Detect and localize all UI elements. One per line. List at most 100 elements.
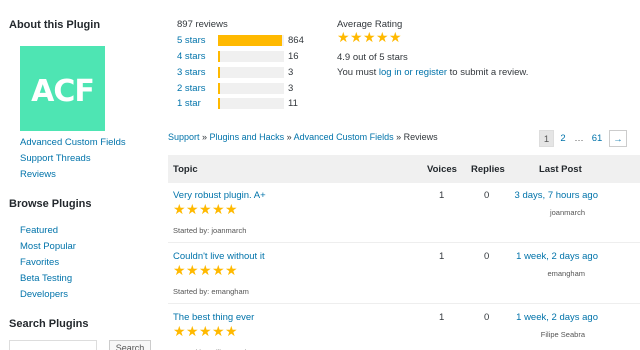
sidebar-link-developers[interactable]: Developers [20, 289, 68, 300]
topic-rating-stars: ★ ★ ★ ★ ★ [173, 203, 238, 217]
star-icon: ★ [212, 202, 225, 218]
rating-filter-link[interactable]: 1 star [177, 98, 201, 109]
rating-bar [218, 67, 284, 78]
star-icon: ★ [212, 263, 225, 279]
reviews-count: 897 reviews [177, 19, 228, 30]
started-by-label: Started by: [173, 287, 210, 296]
started-by-label: Started by: [173, 226, 210, 235]
last-post-author-link[interactable]: emangham [547, 269, 585, 278]
browse-heading: Browse Plugins [9, 198, 92, 210]
star-icon: ★ [225, 263, 238, 279]
rating-bar-fill [218, 35, 282, 46]
page-61-link[interactable]: 61 [588, 130, 606, 147]
breadcrumb-current: Reviews [403, 132, 438, 142]
rating-filter-link[interactable]: 3 stars [177, 67, 206, 78]
sidebar-link-beta-testing[interactable]: Beta Testing [20, 273, 72, 284]
rating-row: 1 star 11 [177, 97, 317, 111]
rating-bar-fill [218, 51, 220, 62]
sidebar-link-reviews[interactable]: Reviews [20, 169, 56, 180]
sidebar-link-support-threads[interactable]: Support Threads [20, 153, 91, 164]
average-rating-heading: Average Rating [337, 19, 403, 30]
rating-count: 864 [288, 35, 304, 46]
star-icon: ★ [199, 263, 212, 279]
login-prompt: You must log in or register to submit a … [337, 67, 528, 78]
sidebar-link-featured[interactable]: Featured [20, 225, 58, 236]
average-rating-stars: ★ ★ ★ ★ ★ [337, 31, 402, 45]
breadcrumb-separator: » [393, 132, 404, 142]
topic-started-by: Started by: emangham [173, 287, 249, 296]
breadcrumb: Support » Plugins and Hacks » Advanced C… [168, 132, 438, 142]
rating-filter-link[interactable]: 5 stars [177, 35, 206, 46]
rating-row: 4 stars 16 [177, 50, 317, 64]
breadcrumb-plugins-and-hacks[interactable]: Plugins and Hacks [210, 132, 285, 142]
topic-voices: 1 [439, 190, 445, 201]
sidebar-link-favorites[interactable]: Favorites [20, 257, 59, 268]
rating-row: 2 stars 3 [177, 82, 317, 96]
table-row: The best thing ever★★★★★Started by: Fili… [168, 305, 640, 350]
login-prefix: You must [337, 67, 379, 78]
breadcrumb-plugin[interactable]: Advanced Custom Fields [294, 132, 394, 142]
topic-rating-stars: ★ ★ ★ ★ ★ [173, 264, 238, 278]
topic-author-link[interactable]: joanmarch [211, 226, 246, 235]
topic-replies: 0 [484, 251, 490, 262]
star-icon: ★ [186, 202, 199, 218]
star-icon: ★ [350, 30, 363, 46]
topic-title-link[interactable]: Couldn't live without it [173, 251, 265, 262]
breadcrumb-separator: » [284, 132, 294, 142]
page-ellipsis: … [574, 133, 584, 144]
average-rating-text: 4.9 out of 5 stars [337, 52, 408, 63]
star-icon: ★ [173, 202, 186, 218]
last-post-link[interactable]: 1 week, 2 days ago [516, 312, 598, 323]
search-input[interactable] [9, 340, 97, 350]
star-icon: ★ [363, 30, 376, 46]
topic-started-by: Started by: joanmarch [173, 226, 246, 235]
rating-count: 16 [288, 51, 299, 62]
plugin-logo[interactable]: ACF [20, 46, 105, 131]
topic-replies: 0 [484, 190, 490, 201]
star-icon: ★ [389, 30, 402, 46]
logo-text: ACF [31, 74, 95, 109]
rating-bar-fill [218, 67, 220, 78]
topic-title-link[interactable]: Very robust plugin. A+ [173, 190, 266, 201]
next-page-button[interactable]: → [609, 130, 627, 147]
rating-count: 3 [288, 67, 294, 78]
table-row: Couldn't live without it ★ ★ ★ ★ ★ Started by:… [168, 244, 640, 304]
rating-bar [218, 35, 284, 46]
page-2-link[interactable]: 2 [556, 130, 570, 147]
rating-count: 3 [288, 83, 294, 94]
rating-filter-link[interactable]: 2 stars [177, 83, 206, 94]
star-icon: ★ [173, 263, 186, 279]
sidebar-link-most-popular[interactable]: Most Popular [20, 241, 76, 252]
login-link[interactable]: log in or register [379, 67, 447, 78]
rating-bar-fill [218, 83, 220, 94]
rating-row: 5 stars 864 [177, 34, 317, 48]
sidebar-link-plugin[interactable]: Advanced Custom Fields [20, 137, 126, 148]
about-heading: About this Plugin [9, 19, 101, 31]
last-post-link[interactable]: 3 days, 7 hours ago [515, 190, 598, 201]
star-icon: ★ [186, 324, 199, 340]
rating-count: 11 [288, 98, 298, 109]
rating-filter-link[interactable]: 4 stars [177, 51, 206, 62]
star-icon: ★ [225, 324, 238, 340]
rating-bar [218, 51, 284, 62]
last-post-link[interactable]: 1 week, 2 days ago [516, 251, 598, 262]
star-icon: ★ [225, 202, 238, 218]
breadcrumb-support[interactable]: Support [168, 132, 200, 142]
topic-voices: 1 [439, 312, 445, 323]
rating-bar [218, 98, 284, 109]
table-row: Very robust plugin. A+ ★ ★ ★ ★ ★ Started by: j… [168, 183, 640, 243]
topic-title-link[interactable]: The best thing ever [173, 312, 254, 323]
star-icon: ★ [199, 202, 212, 218]
search-heading: Search Plugins [9, 318, 89, 330]
search-button[interactable]: Search [109, 340, 151, 350]
last-post-author-link[interactable]: Filipe Seabra [541, 330, 585, 339]
last-post-author-link[interactable]: joanmarch [550, 208, 585, 217]
breadcrumb-separator: » [199, 132, 210, 142]
topic-rating-stars: ★ ★ ★ ★ ★ [173, 325, 238, 339]
topic-author-link[interactable]: emangham [211, 287, 249, 296]
topics-table-header: Topic Voices Replies Last Post [168, 155, 640, 183]
header-voices: Voices [427, 164, 457, 175]
star-icon: ★ [173, 324, 186, 340]
star-icon: ★ [186, 263, 199, 279]
login-suffix: to submit a review. [447, 67, 529, 78]
